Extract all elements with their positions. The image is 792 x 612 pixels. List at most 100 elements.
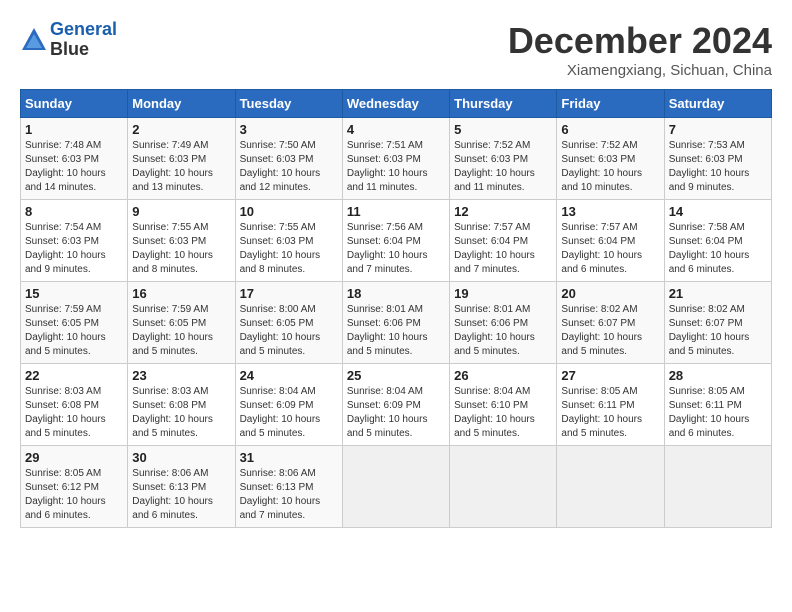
calendar-day-cell: 29 Sunrise: 8:05 AMSunset: 6:12 PMDayligh… [21, 446, 128, 528]
day-info: Sunrise: 8:06 AMSunset: 6:13 PMDaylight:… [132, 467, 230, 523]
calendar-day-cell: 18 Sunrise: 8:01 AMSunset: 6:06 PMDayligh… [342, 282, 449, 364]
calendar-day-cell: 27 Sunrise: 8:05 AMSunset: 6:11 PMDayligh… [557, 364, 664, 446]
calendar-day-cell: 19Sunrise: 8:01 AMSunset: 6:06 PMDayligh… [450, 282, 557, 364]
day-number: 3 [240, 122, 338, 137]
logo-text: General Blue [50, 20, 117, 60]
calendar-day-cell [342, 446, 449, 528]
day-number: 9 [132, 204, 230, 219]
day-number: 14 [669, 204, 767, 219]
day-info: Sunrise: 8:03 AMSunset: 6:08 PMDaylight:… [25, 385, 123, 441]
calendar-day-cell: 20 Sunrise: 8:02 AMSunset: 6:07 PMDayligh… [557, 282, 664, 364]
day-number: 24 [240, 368, 338, 383]
calendar-day-cell: 26 Sunrise: 8:04 AMSunset: 6:10 PMDayligh… [450, 364, 557, 446]
day-number: 11 [347, 204, 445, 219]
calendar-week-row: 22 Sunrise: 8:03 AMSunset: 6:08 PMDayligh… [21, 364, 772, 446]
calendar-day-cell: 10 Sunrise: 7:55 AMSunset: 6:03 PMDayligh… [235, 200, 342, 282]
day-info: Sunrise: 7:55 AMSunset: 6:03 PMDaylight:… [132, 221, 230, 277]
day-info: Sunrise: 8:01 AMSunset: 6:06 PMDaylight:… [347, 303, 445, 359]
calendar-table: SundayMondayTuesdayWednesdayThursdayFrid… [20, 89, 772, 528]
calendar-day-cell [664, 446, 771, 528]
day-number: 7 [669, 122, 767, 137]
day-number: 26 [454, 368, 552, 383]
day-number: 16 [132, 286, 230, 301]
day-of-week-header: Tuesday [235, 90, 342, 118]
day-number: 5 [454, 122, 552, 137]
day-info: Sunrise: 7:54 AMSunset: 6:03 PMDaylight:… [25, 221, 123, 277]
day-of-week-header: Thursday [450, 90, 557, 118]
day-info: Sunrise: 8:06 AMSunset: 6:13 PMDaylight:… [240, 467, 338, 523]
calendar-header-row: SundayMondayTuesdayWednesdayThursdayFrid… [21, 90, 772, 118]
day-info: Sunrise: 8:04 AMSunset: 6:09 PMDaylight:… [240, 385, 338, 441]
calendar-day-cell: 17 Sunrise: 8:00 AMSunset: 6:05 PMDayligh… [235, 282, 342, 364]
day-number: 17 [240, 286, 338, 301]
day-number: 25 [347, 368, 445, 383]
day-info: Sunrise: 7:55 AMSunset: 6:03 PMDaylight:… [240, 221, 338, 277]
logo-icon [20, 26, 48, 54]
day-number: 6 [561, 122, 659, 137]
calendar-day-cell: 31 Sunrise: 8:06 AMSunset: 6:13 PMDayligh… [235, 446, 342, 528]
calendar-day-cell: 14Sunrise: 7:58 AMSunset: 6:04 PMDayligh… [664, 200, 771, 282]
day-info: Sunrise: 7:53 AMSunset: 6:03 PMDaylight:… [669, 139, 767, 195]
calendar-day-cell: 13Sunrise: 7:57 AMSunset: 6:04 PMDayligh… [557, 200, 664, 282]
day-number: 31 [240, 450, 338, 465]
day-info: Sunrise: 8:05 AMSunset: 6:12 PMDaylight:… [25, 467, 123, 523]
calendar-day-cell: 22 Sunrise: 8:03 AMSunset: 6:08 PMDayligh… [21, 364, 128, 446]
page-header: General Blue December 2024 Xiamengxiang,… [20, 20, 772, 79]
day-info: Sunrise: 8:02 AMSunset: 6:07 PMDaylight:… [561, 303, 659, 359]
day-info: Sunrise: 8:05 AMSunset: 6:11 PMDaylight:… [669, 385, 767, 441]
day-of-week-header: Saturday [664, 90, 771, 118]
day-number: 28 [669, 368, 767, 383]
day-number: 29 [25, 450, 123, 465]
day-number: 20 [561, 286, 659, 301]
day-number: 19 [454, 286, 552, 301]
day-info: Sunrise: 7:59 AMSunset: 6:05 PMDaylight:… [25, 303, 123, 359]
day-number: 13 [561, 204, 659, 219]
calendar-day-cell: 16 Sunrise: 7:59 AMSunset: 6:05 PMDayligh… [128, 282, 235, 364]
calendar-day-cell: 12 Sunrise: 7:57 AMSunset: 6:04 PMDayligh… [450, 200, 557, 282]
day-info: Sunrise: 7:56 AMSunset: 6:04 PMDaylight:… [347, 221, 445, 277]
calendar-day-cell: 1Sunrise: 7:48 AMSunset: 6:03 PMDaylight… [21, 118, 128, 200]
day-info: Sunrise: 7:51 AMSunset: 6:03 PMDaylight:… [347, 139, 445, 195]
day-info: Sunrise: 7:48 AMSunset: 6:03 PMDaylight:… [25, 139, 123, 195]
location: Xiamengxiang, Sichuan, China [508, 62, 772, 79]
calendar-day-cell [450, 446, 557, 528]
calendar-day-cell: 15 Sunrise: 7:59 AMSunset: 6:05 PMDayligh… [21, 282, 128, 364]
day-info: Sunrise: 8:02 AMSunset: 6:07 PMDaylight:… [669, 303, 767, 359]
day-number: 12 [454, 204, 552, 219]
day-info: Sunrise: 7:49 AMSunset: 6:03 PMDaylight:… [132, 139, 230, 195]
calendar-day-cell: 21 Sunrise: 8:02 AMSunset: 6:07 PMDayligh… [664, 282, 771, 364]
calendar-day-cell: 4Sunrise: 7:51 AMSunset: 6:03 PMDaylight… [342, 118, 449, 200]
calendar-day-cell: 11 Sunrise: 7:56 AMSunset: 6:04 PMDayligh… [342, 200, 449, 282]
calendar-day-cell: 28 Sunrise: 8:05 AMSunset: 6:11 PMDayligh… [664, 364, 771, 446]
calendar-day-cell: 9 Sunrise: 7:55 AMSunset: 6:03 PMDaylight… [128, 200, 235, 282]
calendar-week-row: 1Sunrise: 7:48 AMSunset: 6:03 PMDaylight… [21, 118, 772, 200]
day-info: Sunrise: 8:04 AMSunset: 6:09 PMDaylight:… [347, 385, 445, 441]
calendar-day-cell: 2Sunrise: 7:49 AMSunset: 6:03 PMDaylight… [128, 118, 235, 200]
day-number: 21 [669, 286, 767, 301]
day-info: Sunrise: 8:00 AMSunset: 6:05 PMDaylight:… [240, 303, 338, 359]
day-number: 15 [25, 286, 123, 301]
day-info: Sunrise: 8:05 AMSunset: 6:11 PMDaylight:… [561, 385, 659, 441]
day-number: 8 [25, 204, 123, 219]
day-of-week-header: Friday [557, 90, 664, 118]
calendar-day-cell: 24 Sunrise: 8:04 AMSunset: 6:09 PMDayligh… [235, 364, 342, 446]
day-info: Sunrise: 8:04 AMSunset: 6:10 PMDaylight:… [454, 385, 552, 441]
calendar-day-cell: 23Sunrise: 8:03 AMSunset: 6:08 PMDayligh… [128, 364, 235, 446]
day-number: 22 [25, 368, 123, 383]
day-number: 23 [132, 368, 230, 383]
calendar-day-cell: 30Sunrise: 8:06 AMSunset: 6:13 PMDayligh… [128, 446, 235, 528]
calendar-day-cell: 6 Sunrise: 7:52 AMSunset: 6:03 PMDaylight… [557, 118, 664, 200]
day-info: Sunrise: 7:52 AMSunset: 6:03 PMDaylight:… [561, 139, 659, 195]
day-of-week-header: Monday [128, 90, 235, 118]
title-block: December 2024 Xiamengxiang, Sichuan, Chi… [508, 20, 772, 79]
day-info: Sunrise: 7:57 AMSunset: 6:04 PMDaylight:… [454, 221, 552, 277]
day-info: Sunrise: 7:59 AMSunset: 6:05 PMDaylight:… [132, 303, 230, 359]
calendar-day-cell: 8 Sunrise: 7:54 AMSunset: 6:03 PMDaylight… [21, 200, 128, 282]
calendar-week-row: 29 Sunrise: 8:05 AMSunset: 6:12 PMDayligh… [21, 446, 772, 528]
month-title: December 2024 [508, 20, 772, 62]
day-number: 10 [240, 204, 338, 219]
day-info: Sunrise: 7:50 AMSunset: 6:03 PMDaylight:… [240, 139, 338, 195]
day-number: 27 [561, 368, 659, 383]
day-number: 18 [347, 286, 445, 301]
calendar-day-cell: 7 Sunrise: 7:53 AMSunset: 6:03 PMDaylight… [664, 118, 771, 200]
